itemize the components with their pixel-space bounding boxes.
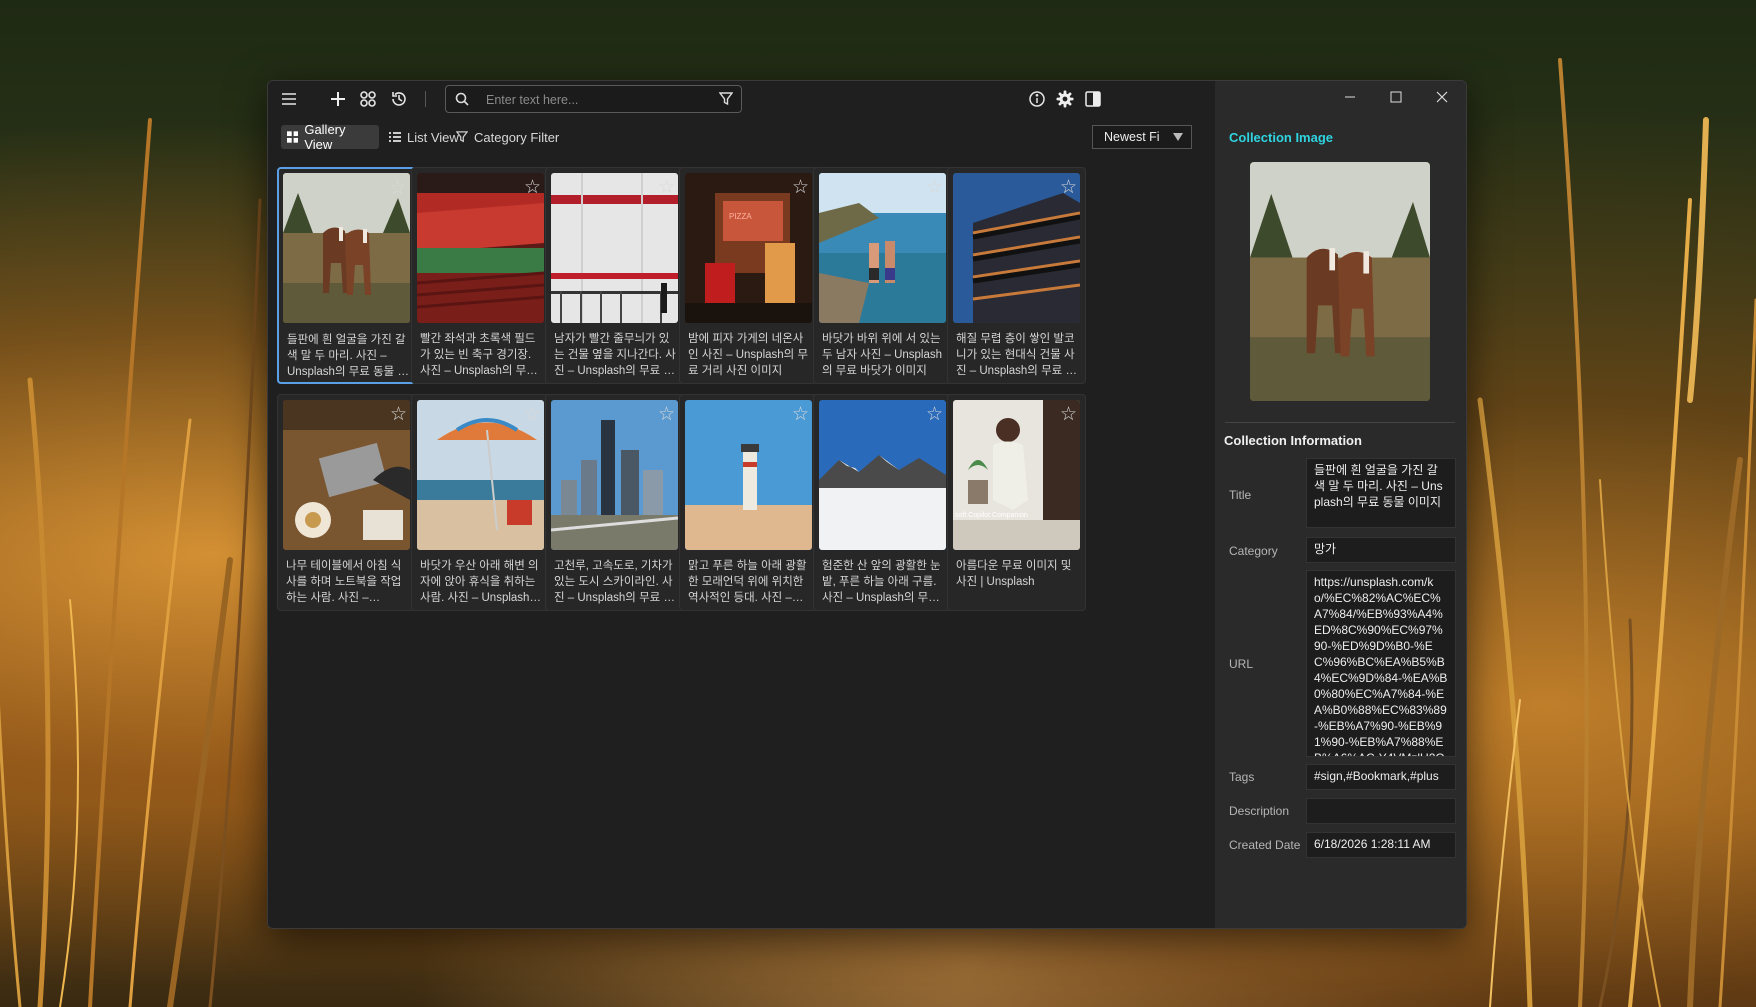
- star-icon[interactable]: ☆: [926, 178, 943, 197]
- title-field[interactable]: 들판에 흰 얼굴을 가진 갈색 말 두 마리. 사진 – Unsplash의 무…: [1306, 458, 1456, 528]
- gallery-card[interactable]: ☆ 바닷가 우산 아래 해변 의자에 앉아 휴식을 취하는 사람. 사진 – U…: [411, 394, 550, 611]
- filter-icon: [456, 131, 468, 143]
- card-caption: 나무 테이블에서 아침 식사를 하며 노트북을 작업하는 사람. 사진 – Un…: [286, 560, 402, 604]
- card-caption: 해질 무렵 층이 쌓인 발코니가 있는 현대식 건물 사진 – Unsplash…: [956, 333, 1077, 377]
- menu-icon[interactable]: [277, 87, 301, 111]
- gallery-card[interactable]: ☆ 남자가 빨간 줄무늬가 있는 건물 옆을 지나간다. 사진 – Unspla…: [545, 167, 684, 384]
- app-window: Gallery View List View Category Filter N…: [267, 80, 1467, 929]
- gallery-card[interactable]: ☆ 나무 테이블에서 아침 식사를 하며 노트북을 작업하는 사람. 사진 – …: [277, 394, 416, 611]
- url-field[interactable]: https://unsplash.com/ko/%EC%82%AC%EC%A7%…: [1306, 570, 1456, 757]
- tab-gallery-view[interactable]: Gallery View: [281, 122, 379, 152]
- star-icon[interactable]: ☆: [792, 178, 809, 197]
- gallery-card[interactable]: ☆ 해질 무렵 층이 쌓인 발코니가 있는 현대식 건물 사진 – Unspla…: [947, 167, 1086, 384]
- card-caption: 빨간 좌석과 초록색 필드가 있는 빈 축구 경기장. 사진 – Unsplas…: [420, 333, 537, 377]
- card-caption: 험준한 산 앞의 광활한 눈밭, 푸른 하늘 아래 구름. 사진 – Unspl…: [822, 560, 941, 604]
- panel-toggle-icon[interactable]: [1081, 87, 1105, 111]
- list-icon: [389, 132, 401, 142]
- close-icon[interactable]: [1419, 81, 1465, 113]
- minimize-icon[interactable]: [1327, 81, 1373, 113]
- description-label: Description: [1229, 804, 1290, 818]
- search-icon: [454, 91, 470, 107]
- star-icon[interactable]: ☆: [658, 405, 675, 424]
- card-caption: 남자가 빨간 줄무늬가 있는 건물 옆을 지나간다. 사진 – Unsplash…: [554, 333, 676, 377]
- grid-apps-icon[interactable]: [356, 87, 380, 111]
- card-caption: 들판에 흰 얼굴을 가진 갈색 말 두 마리. 사진 – Unsplash의 무…: [287, 334, 409, 378]
- star-icon[interactable]: ☆: [658, 178, 675, 197]
- card-caption: 바닷가 바위 위에 서 있는 두 남자 사진 – Unsplash의 무료 바닷…: [822, 333, 943, 377]
- tab-label: Gallery View: [304, 122, 346, 152]
- divider: [1225, 422, 1455, 423]
- created-date-field[interactable]: 6/18/2026 1:28:11 AM: [1306, 832, 1456, 858]
- gallery-card[interactable]: ☆ 들판에 흰 얼굴을 가진 갈색 말 두 마리. 사진 – Unsplash의…: [277, 167, 416, 384]
- main-pane: Gallery View List View Category Filter N…: [268, 81, 1215, 928]
- card-caption: 아름다운 무료 이미지 및 사진 | Unsplash: [956, 560, 1072, 588]
- sort-dropdown[interactable]: Newest Fi: [1092, 125, 1192, 149]
- collection-image-title: Collection Image: [1229, 130, 1334, 145]
- gallery-card[interactable]: ☆ 빨간 좌석과 초록색 필드가 있는 빈 축구 경기장. 사진 – Unspl…: [411, 167, 550, 384]
- star-icon[interactable]: ☆: [1060, 405, 1077, 424]
- star-icon[interactable]: ☆: [389, 179, 406, 198]
- card-caption: 맑고 푸른 하늘 아래 광활한 모래언덕 위에 위치한 역사적인 등대. 사진 …: [688, 560, 807, 604]
- tab-label: Category Filter: [474, 129, 560, 145]
- gallery-card[interactable]: soft Copilot Companion ☆ 아름다운 무료 이미지 및 사…: [947, 394, 1086, 611]
- info-icon[interactable]: [1025, 87, 1049, 111]
- gallery-card[interactable]: ☆ 험준한 산 앞의 광활한 눈밭, 푸른 하늘 아래 구름. 사진 – Uns…: [813, 394, 952, 611]
- gallery-card[interactable]: ☆ 고천루, 고속도로, 기차가 있는 도시 스카이라인. 사진 – Unspl…: [545, 394, 684, 611]
- thumbnail-overlay-text: soft Copilot Companion: [955, 512, 1028, 519]
- history-icon[interactable]: [387, 87, 411, 111]
- category-label: Category: [1229, 544, 1278, 558]
- grid-icon: [287, 131, 299, 143]
- star-icon[interactable]: ☆: [1060, 178, 1077, 197]
- title-label: Title: [1229, 488, 1252, 502]
- chevron-down-icon: [1173, 133, 1183, 141]
- card-caption: 밤에 피자 가게의 네온사인 사진 – Unsplash의 무료 거리 사진 이…: [688, 333, 809, 377]
- details-panel: Collection Image Collection Information …: [1215, 81, 1466, 928]
- search-input[interactable]: [484, 89, 708, 111]
- star-icon[interactable]: ☆: [926, 405, 943, 424]
- add-icon[interactable]: [326, 87, 350, 111]
- settings-icon[interactable]: [1053, 87, 1077, 111]
- toolbar-divider: [425, 91, 426, 107]
- url-label: URL: [1229, 657, 1254, 671]
- star-icon[interactable]: ☆: [524, 405, 541, 424]
- gallery-card[interactable]: ☆ 바닷가 바위 위에 서 있는 두 남자 사진 – Unsplash의 무료 …: [813, 167, 952, 384]
- collection-info-title: Collection Information: [1224, 433, 1362, 448]
- collection-image-preview: [1250, 162, 1430, 401]
- star-icon[interactable]: ☆: [792, 405, 809, 424]
- sort-selected-value: Newest Fi: [1104, 130, 1160, 144]
- maximize-icon[interactable]: [1373, 81, 1419, 113]
- search-box[interactable]: [445, 85, 742, 113]
- gallery-card[interactable]: PIZZA ☆ 밤에 피자 가게의 네온사인 사진 – Unsplash의 무료…: [679, 167, 818, 384]
- tab-category-filter[interactable]: Category Filter: [450, 125, 574, 149]
- tags-field[interactable]: #sign,#Bookmark,#plus: [1306, 764, 1456, 790]
- star-icon[interactable]: ☆: [524, 178, 541, 197]
- tags-label: Tags: [1229, 770, 1255, 784]
- svg-text:PIZZA: PIZZA: [729, 212, 752, 221]
- card-caption: 바닷가 우산 아래 해변 의자에 앉아 휴식을 취하는 사람. 사진 – Uns…: [420, 560, 541, 604]
- description-field[interactable]: [1306, 798, 1456, 824]
- category-field[interactable]: 망가: [1306, 537, 1456, 563]
- star-icon[interactable]: ☆: [390, 405, 407, 424]
- gallery-card[interactable]: ☆ 맑고 푸른 하늘 아래 광활한 모래언덕 위에 위치한 역사적인 등대. 사…: [679, 394, 818, 611]
- created-date-label: Created Date: [1229, 838, 1301, 852]
- filter-icon[interactable]: [718, 91, 734, 107]
- card-caption: 고천루, 고속도로, 기차가 있는 도시 스카이라인. 사진 – Unsplas…: [554, 560, 675, 604]
